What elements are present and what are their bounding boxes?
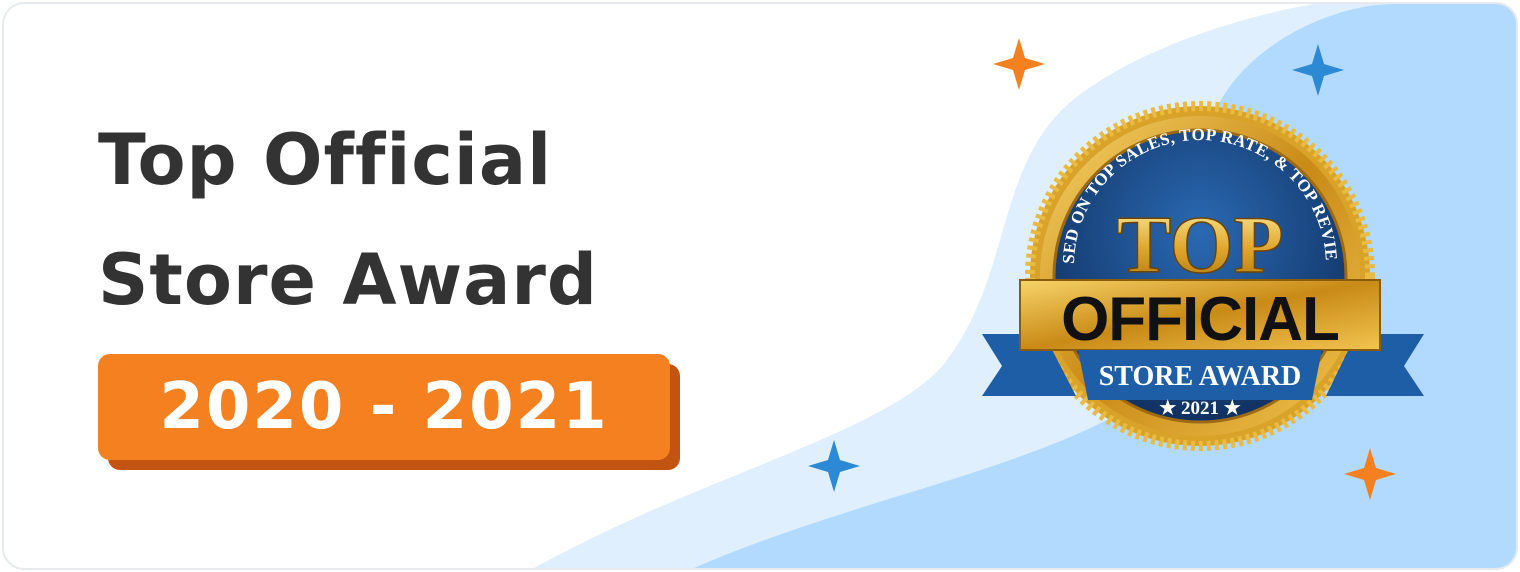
sparkle-icon bbox=[808, 440, 860, 492]
sparkle-icon bbox=[1344, 448, 1396, 500]
sparkle-icon bbox=[993, 38, 1045, 90]
sparkle-icon bbox=[1292, 44, 1344, 96]
seal-top-text: TOP bbox=[1116, 199, 1283, 290]
award-banner: Top Official Store Award 2020 - 2021 SED… bbox=[2, 2, 1518, 570]
award-seal: BASED ON TOP SALES, TOP RATE, & TOP REVI… bbox=[4, 4, 1424, 500]
seal-year-text: ★ 2021 ★ bbox=[1159, 398, 1241, 419]
seal-official-text: OFFICIAL bbox=[1061, 285, 1339, 354]
seal-store-award-text: STORE AWARD bbox=[1099, 361, 1302, 392]
